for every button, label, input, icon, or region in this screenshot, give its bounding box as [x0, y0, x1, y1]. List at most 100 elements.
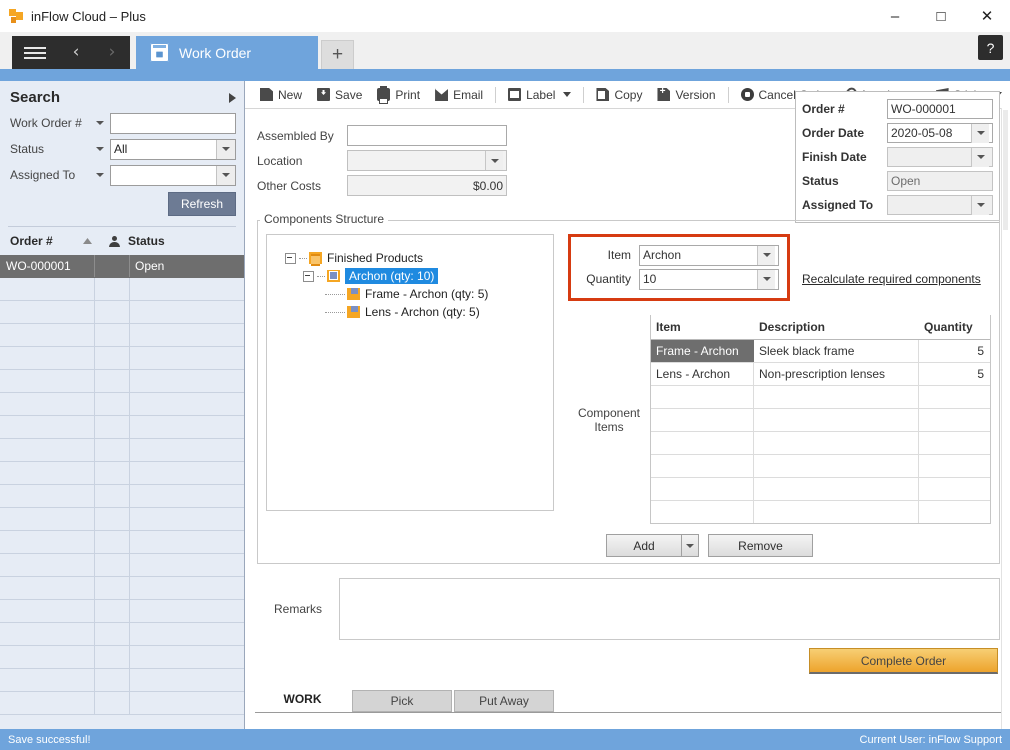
search-results-grid[interactable]: WO-000001 Open	[0, 255, 244, 729]
work-order-number-input[interactable]	[110, 112, 236, 134]
quantity-stepper-icon[interactable]	[757, 269, 775, 289]
result-order-number	[0, 393, 95, 415]
chevron-down-icon[interactable]	[971, 195, 989, 215]
vertical-scrollbar[interactable]	[1001, 108, 1010, 729]
column-header-order[interactable]: Order #	[10, 234, 82, 248]
order-number-input[interactable]: WO-000001	[887, 99, 993, 119]
column-header-quantity[interactable]: Quantity	[919, 320, 990, 334]
search-result-row[interactable]	[0, 462, 244, 485]
search-result-row[interactable]	[0, 485, 244, 508]
search-result-row[interactable]	[0, 301, 244, 324]
table-row[interactable]	[651, 455, 990, 478]
search-result-row[interactable]: WO-000001 Open	[0, 255, 244, 278]
table-row[interactable]	[651, 432, 990, 455]
table-row[interactable]: Frame - Archon Sleek black frame 5	[651, 340, 990, 363]
search-result-row[interactable]	[0, 600, 244, 623]
search-result-row[interactable]	[0, 393, 244, 416]
field-options-icon[interactable]	[90, 173, 110, 177]
chevron-down-icon[interactable]	[563, 92, 572, 97]
scrollbar-thumb[interactable]	[1003, 110, 1008, 230]
expand-panel-icon[interactable]	[229, 92, 236, 103]
tab-pick[interactable]: Pick	[352, 690, 452, 712]
status-select[interactable]: All	[110, 138, 236, 160]
search-result-row[interactable]	[0, 692, 244, 715]
recalculate-link[interactable]: Recalculate required components	[802, 272, 981, 286]
component-items-table[interactable]: Item Description Quantity Frame - Archon…	[650, 315, 991, 524]
order-date-input[interactable]: 2020-05-08	[887, 123, 993, 143]
copy-button[interactable]: Copy	[589, 84, 649, 106]
forward-button[interactable]: ›	[94, 36, 130, 69]
item-select[interactable]: Archon	[639, 244, 779, 266]
label-icon	[508, 88, 522, 101]
sort-ascending-icon[interactable]	[82, 234, 100, 248]
chevron-down-icon[interactable]	[485, 151, 503, 170]
search-result-row[interactable]	[0, 554, 244, 577]
new-tab-button[interactable]: +	[321, 40, 354, 69]
search-result-row[interactable]	[0, 531, 244, 554]
other-costs-input[interactable]: $0.00	[347, 175, 507, 196]
search-result-row[interactable]	[0, 508, 244, 531]
tree-node[interactable]: Finished Products	[285, 249, 553, 267]
column-header-item[interactable]: Item	[651, 320, 754, 334]
collapse-toggle-icon[interactable]	[303, 270, 314, 282]
finish-date-input[interactable]	[887, 147, 993, 167]
add-dropdown-button[interactable]	[682, 534, 699, 557]
search-result-row[interactable]	[0, 416, 244, 439]
table-row[interactable]	[651, 386, 990, 409]
assembled-by-input[interactable]	[347, 125, 507, 146]
tab-work[interactable]: WORK	[255, 687, 350, 712]
search-result-row[interactable]	[0, 370, 244, 393]
field-options-icon[interactable]	[90, 121, 110, 125]
main-menu-button[interactable]	[12, 36, 58, 69]
table-row[interactable]	[651, 501, 990, 523]
search-result-row[interactable]	[0, 324, 244, 347]
complete-order-button[interactable]: Complete Order	[809, 648, 998, 674]
search-result-row[interactable]	[0, 669, 244, 692]
tab-put-away[interactable]: Put Away	[454, 690, 554, 712]
assigned-to-input[interactable]	[887, 195, 993, 215]
components-tree[interactable]: Finished Products Archon (qty: 10) Frame -…	[266, 234, 554, 511]
finish-date-row: Finish Date	[802, 145, 993, 169]
assigned-person-icon[interactable]	[100, 235, 128, 247]
search-result-row[interactable]	[0, 347, 244, 370]
chevron-down-icon[interactable]	[216, 165, 235, 185]
assigned-to-select[interactable]	[110, 164, 236, 186]
print-button[interactable]: Print	[370, 84, 427, 106]
search-result-row[interactable]	[0, 577, 244, 600]
table-row[interactable]	[651, 478, 990, 501]
close-button[interactable]: ✕	[964, 0, 1010, 32]
calendar-dropdown-icon[interactable]	[971, 147, 989, 167]
tree-node[interactable]: Archon (qty: 10)	[285, 267, 553, 285]
search-result-row[interactable]	[0, 646, 244, 669]
email-button[interactable]: Email	[428, 84, 490, 106]
version-button[interactable]: Version	[650, 84, 722, 106]
calendar-dropdown-icon[interactable]	[971, 123, 989, 143]
search-result-row[interactable]	[0, 623, 244, 646]
back-button[interactable]: ‹	[58, 36, 94, 69]
table-row[interactable]	[651, 409, 990, 432]
add-button[interactable]: Add	[606, 534, 682, 557]
column-header-description[interactable]: Description	[754, 320, 919, 334]
field-options-icon[interactable]	[90, 147, 110, 151]
chevron-down-icon[interactable]	[757, 245, 775, 265]
minimize-button[interactable]: –	[872, 0, 918, 32]
help-button[interactable]: ?	[978, 35, 1003, 60]
remarks-textarea[interactable]	[339, 578, 1000, 640]
label-button[interactable]: Label	[501, 84, 578, 106]
collapse-toggle-icon[interactable]	[285, 252, 296, 264]
maximize-button[interactable]: □	[918, 0, 964, 32]
refresh-button[interactable]: Refresh	[167, 192, 236, 216]
search-result-row[interactable]	[0, 439, 244, 462]
tree-node[interactable]: Frame - Archon (qty: 5)	[285, 285, 553, 303]
column-header-status[interactable]: Status	[128, 234, 165, 248]
tree-node[interactable]: Lens - Archon (qty: 5)	[285, 303, 553, 321]
chevron-down-icon[interactable]	[216, 139, 235, 159]
save-button[interactable]: Save	[310, 84, 369, 106]
quantity-input[interactable]: 10	[639, 268, 779, 290]
location-select[interactable]	[347, 150, 507, 171]
search-result-row[interactable]	[0, 278, 244, 301]
tab-work-order[interactable]: Work Order	[136, 36, 318, 69]
remove-button[interactable]: Remove	[708, 534, 813, 557]
table-row[interactable]: Lens - Archon Non-prescription lenses 5	[651, 363, 990, 386]
new-button[interactable]: New	[253, 84, 309, 106]
